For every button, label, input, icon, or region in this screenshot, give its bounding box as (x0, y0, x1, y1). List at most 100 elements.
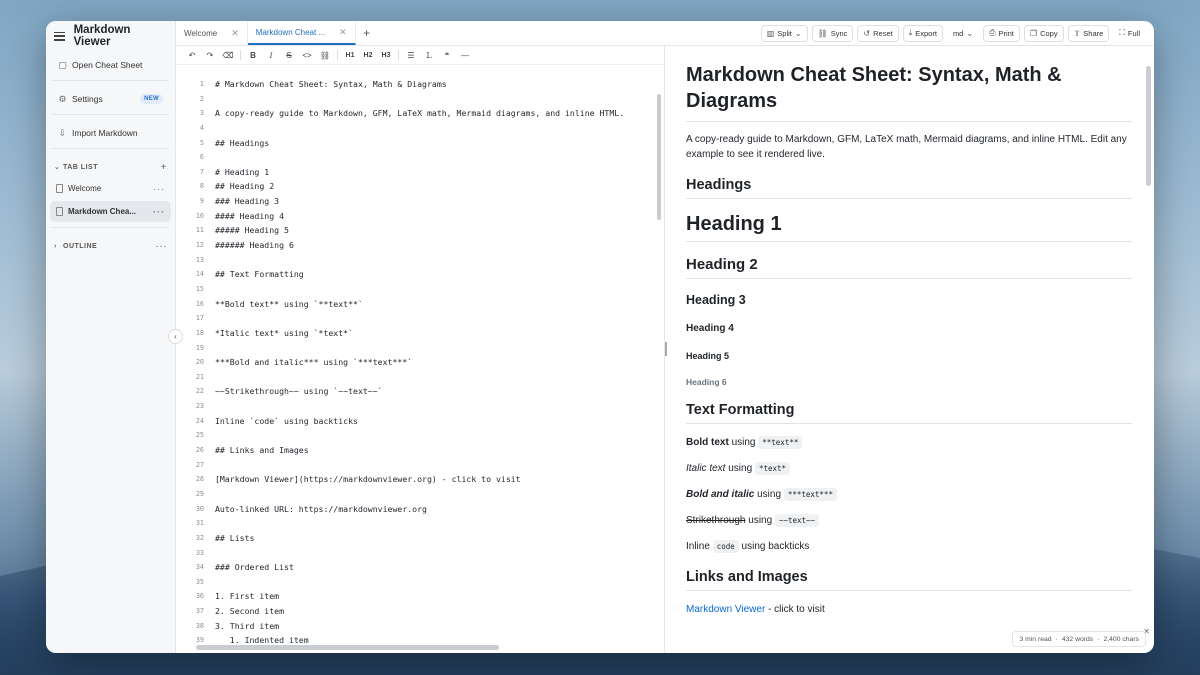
editor-line[interactable]: 3. Third item (215, 619, 664, 634)
editor-line[interactable]: Auto-linked URL: https://markdownviewer.… (215, 502, 664, 517)
editor-line[interactable] (215, 399, 664, 414)
editor-line[interactable] (215, 370, 664, 385)
redo-icon[interactable]: ↷ (201, 51, 219, 60)
editor-line[interactable]: ***Bold and italic*** using `***text***` (215, 355, 664, 370)
bold-button[interactable]: B (244, 51, 262, 60)
more-icon[interactable]: ··· (153, 207, 165, 217)
editor-line[interactable] (215, 516, 664, 531)
editor-lines[interactable]: # Markdown Cheat Sheet: Syntax, Math & D… (204, 77, 664, 653)
editor-line[interactable]: A copy-ready guide to Markdown, GFM, LaT… (215, 106, 664, 121)
heading2-button[interactable]: H2 (359, 52, 377, 59)
editor-horizontal-scrollbar[interactable] (196, 645, 499, 650)
editor-line[interactable] (215, 253, 664, 268)
share-button[interactable]: ⇪ Share (1067, 24, 1110, 42)
editor-line[interactable]: ## Headings (215, 136, 664, 151)
code-button[interactable]: <> (298, 51, 316, 60)
editor-line[interactable]: ## Lists (215, 531, 664, 546)
more-icon[interactable]: ··· (153, 184, 165, 194)
link-icon[interactable]: ⛓ (316, 51, 334, 60)
horizontal-rule-button[interactable]: — (456, 51, 474, 60)
copy-icon: ❐ (1029, 28, 1038, 38)
collapse-sidebar-button[interactable]: ‹ (168, 329, 183, 344)
editor-line[interactable]: ### Ordered List (215, 560, 664, 575)
editor-line[interactable] (215, 341, 664, 356)
editor-line[interactable]: ### Heading 3 (215, 194, 664, 209)
tab-list-section-header[interactable]: ⌄ TAB LIST + (46, 157, 175, 177)
editor-line[interactable]: ###### Heading 6 (215, 238, 664, 253)
undo-icon[interactable]: ↶ (183, 51, 201, 60)
line-number: 27 (195, 460, 204, 469)
line-number: 2 (199, 94, 204, 103)
editor-line[interactable]: 1. First item (215, 589, 664, 604)
more-icon[interactable]: ··· (156, 241, 168, 252)
tab-list-label: TAB LIST (63, 163, 98, 171)
toolbar-separator (337, 50, 338, 60)
editor-line[interactable]: 2. Second item (215, 604, 664, 619)
close-icon[interactable]: ✕ (231, 28, 239, 39)
editor-line[interactable]: ## Text Formatting (215, 267, 664, 282)
editor-line[interactable]: ## Links and Images (215, 443, 664, 458)
editor-line[interactable] (215, 487, 664, 502)
editor-line[interactable]: #### Heading 4 (215, 209, 664, 224)
editor-vertical-scrollbar[interactable] (657, 94, 661, 220)
close-icon[interactable]: ✕ (339, 27, 347, 38)
export-button[interactable]: ⤓ Export (902, 24, 943, 42)
char-count: 2,400 chars (1103, 635, 1139, 643)
editor-line[interactable] (215, 311, 664, 326)
editor-line[interactable]: ##### Heading 5 (215, 223, 664, 238)
new-tab-button[interactable]: + (356, 21, 378, 45)
strikethrough-button[interactable]: S (280, 51, 298, 60)
import-markdown-button[interactable]: ⇩ Import Markdown (50, 122, 171, 144)
editor-line[interactable] (215, 546, 664, 561)
heading3-button[interactable]: H3 (377, 52, 395, 59)
markdown-viewer-link[interactable]: Markdown Viewer (686, 604, 765, 615)
editor-line[interactable] (215, 575, 664, 590)
editor-line[interactable] (215, 121, 664, 136)
format-select[interactable]: md ⌄ (946, 24, 980, 42)
editor-line[interactable]: **Bold text** using `**text**` (215, 297, 664, 312)
ordered-list-icon[interactable]: ⒈ (420, 50, 438, 61)
italic-button[interactable]: I (262, 51, 280, 60)
line-number: 32 (195, 533, 204, 542)
editor-line[interactable]: ## Heading 2 (215, 179, 664, 194)
reset-button[interactable]: ↺ Reset (857, 24, 899, 42)
tab-welcome[interactable]: Welcome ✕ (176, 21, 248, 45)
fullscreen-button[interactable]: ⛶ Full (1113, 24, 1146, 42)
using-word: using (748, 515, 773, 526)
print-button[interactable]: ⎙ Print (983, 24, 1020, 42)
menu-icon[interactable] (54, 31, 65, 41)
editor-line[interactable] (215, 428, 664, 443)
open-cheat-sheet-button[interactable]: ▢ Open Cheat Sheet (50, 54, 171, 76)
eraser-icon[interactable]: ⌫ (219, 51, 237, 60)
editor-line[interactable] (215, 92, 664, 107)
line-number: 8 (199, 182, 204, 191)
editor-line[interactable]: # Markdown Cheat Sheet: Syntax, Math & D… (215, 77, 664, 92)
add-tab-icon[interactable]: + (161, 162, 167, 173)
editor-line[interactable] (215, 282, 664, 297)
editor-line[interactable]: Inline `code` using backticks (215, 414, 664, 429)
quote-icon[interactable]: ❝ (438, 51, 456, 60)
editor-line[interactable]: *Italic text* using `*text*` (215, 326, 664, 341)
reset-label: Reset (873, 28, 893, 38)
settings-button[interactable]: ⚙ Settings NEW (50, 88, 171, 110)
line-number: 36 (195, 592, 204, 601)
inline-suffix: using backticks (741, 541, 810, 552)
copy-button[interactable]: ❐ Copy (1023, 24, 1064, 42)
list-icon[interactable]: ☰ (402, 51, 420, 60)
editor-line[interactable] (215, 150, 664, 165)
split-view-button[interactable]: ▥ Split ⌄ (760, 24, 808, 42)
sidebar-tab-cheat-sheet[interactable]: Markdown Chea... ··· (50, 201, 171, 222)
toolbar-separator (398, 50, 399, 60)
preview-scrollbar[interactable] (1146, 66, 1151, 186)
inline-code: **text** (758, 436, 803, 449)
code-editor[interactable]: 1 2 3 4 5 6 7 8 9 10 11 12 13 14 15 16 17 18 19 20 21 22 23 24 2… (176, 65, 664, 653)
editor-line[interactable]: ~~Strikethrough~~ using `~~text~~` (215, 384, 664, 399)
editor-line[interactable]: [Markdown Viewer](https://markdownviewer… (215, 472, 664, 487)
tab-cheat-sheet[interactable]: Markdown Cheat ... ✕ (247, 21, 356, 45)
heading1-button[interactable]: H1 (341, 52, 359, 59)
sidebar-tab-welcome[interactable]: Welcome ··· (50, 178, 171, 199)
editor-line[interactable] (215, 458, 664, 473)
outline-section-header[interactable]: › OUTLINE ··· (46, 236, 175, 256)
editor-line[interactable]: # Heading 1 (215, 165, 664, 180)
sync-button[interactable]: ⛓ Sync (811, 24, 854, 42)
